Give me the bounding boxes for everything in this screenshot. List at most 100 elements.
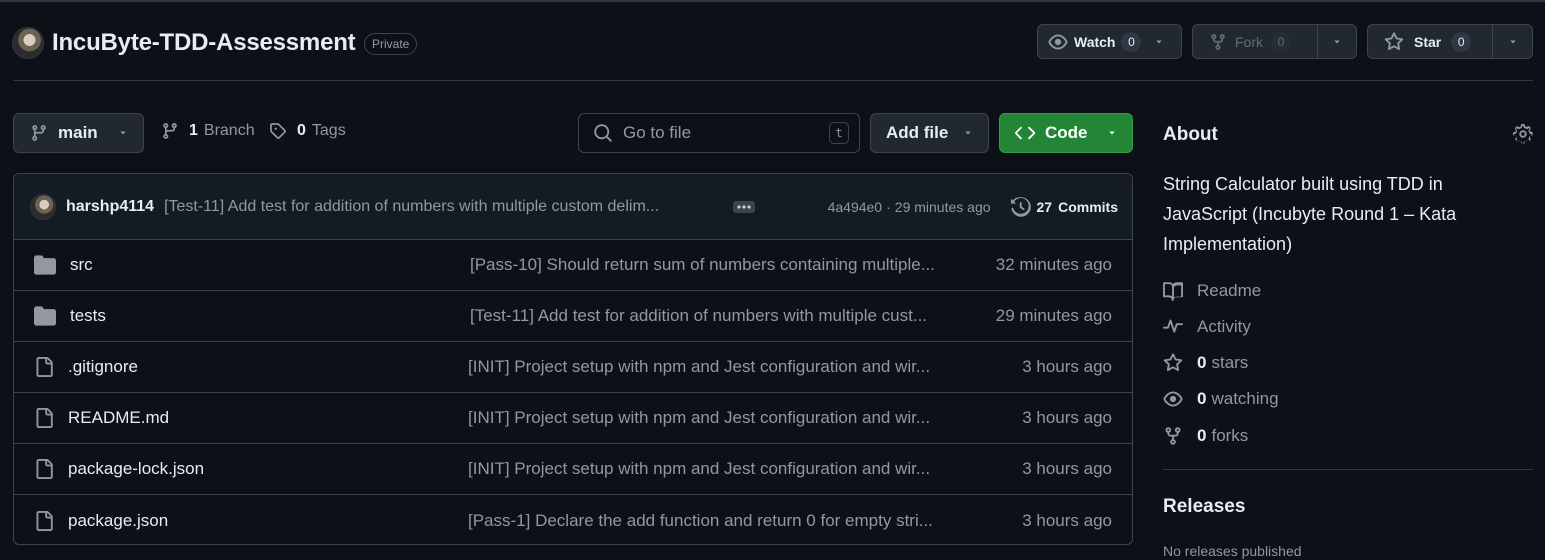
commit-author[interactable]: harshp4114	[66, 198, 154, 216]
file-commit-message[interactable]: [Pass-1] Declare the add function and re…	[468, 511, 950, 531]
file-commit-message[interactable]: [INIT] Project setup with npm and Jest c…	[468, 357, 950, 377]
book-icon	[1163, 281, 1183, 301]
folder-icon	[34, 305, 56, 327]
file-icon	[34, 356, 54, 378]
caret-down-icon	[1331, 36, 1343, 48]
file-row[interactable]: README.md [INIT] Project setup with npm a…	[14, 393, 1132, 444]
file-name[interactable]: package.json	[54, 511, 468, 531]
file-row[interactable]: package-lock.json [INIT] Project setup wi…	[14, 444, 1132, 495]
eye-icon	[1163, 389, 1183, 409]
file-commit-message[interactable]: [INIT] Project setup with npm and Jest c…	[468, 408, 950, 428]
file-browser: harshp4114 [Test-11] Add test for additi…	[13, 173, 1133, 545]
file-commit-time: 3 hours ago	[1022, 510, 1112, 530]
folder-icon	[34, 254, 56, 276]
eye-icon	[1048, 32, 1068, 52]
repo-description: String Calculator built using TDD in Jav…	[1163, 174, 1457, 254]
file-icon	[34, 510, 54, 532]
file-commit-message[interactable]: [Test-11] Add test for addition of numbe…	[470, 306, 952, 326]
go-to-file-input[interactable]: Go to file t	[578, 113, 860, 153]
meta-separator: ·	[886, 198, 891, 215]
file-commit-time: 3 hours ago	[1022, 459, 1112, 478]
branches-count: 1	[189, 122, 198, 139]
fork-button[interactable]: Fork 0	[1192, 24, 1357, 59]
file-commit-message[interactable]: [INIT] Project setup with npm and Jest c…	[468, 459, 950, 479]
repo-forked-icon	[1163, 426, 1183, 446]
commit-message[interactable]: [Test-11] Add test for addition of numbe…	[164, 198, 719, 216]
git-branch-icon	[30, 124, 48, 142]
star-icon	[1384, 31, 1404, 52]
commits-count: 27	[1036, 198, 1053, 215]
file-commit-message[interactable]: [Pass-10] Should return sum of numbers c…	[470, 255, 952, 275]
star-icon	[1163, 353, 1183, 373]
watch-label: Watch	[1074, 33, 1116, 50]
gear-icon[interactable]	[1513, 124, 1533, 144]
activity-label: Activity	[1197, 317, 1251, 336]
tags-link[interactable]: 0 Tags	[269, 122, 346, 140]
forks-link[interactable]: 0 forks	[1163, 426, 1248, 446]
file-icon	[34, 407, 54, 429]
shortcut-key: t	[829, 122, 849, 144]
author-avatar[interactable]	[30, 193, 56, 220]
file-row[interactable]: src [Pass-10] Should return sum of number…	[14, 240, 1132, 291]
file-commit-time: 3 hours ago	[1022, 357, 1112, 376]
git-branch-icon	[161, 122, 179, 140]
caret-down-icon	[1507, 36, 1519, 48]
file-commit-time: 32 minutes ago	[995, 255, 1112, 274]
go-to-file-placeholder: Go to file	[623, 123, 692, 142]
file-name[interactable]: tests	[56, 306, 470, 326]
repo-name[interactable]: IncuByte-TDD-Assessment	[52, 29, 356, 57]
code-label: Code	[1045, 123, 1088, 142]
commits-label: Commits	[1058, 198, 1118, 215]
add-file-label: Add file	[886, 123, 949, 142]
releases-heading[interactable]: Releases	[1163, 496, 1245, 518]
file-name[interactable]: .gitignore	[54, 357, 468, 377]
forks-label: forks	[1211, 426, 1249, 445]
caret-down-icon	[117, 127, 129, 139]
file-row[interactable]: tests [Test-11] Add test for addition of …	[14, 291, 1132, 342]
current-branch: main	[58, 123, 98, 142]
add-file-button[interactable]: Add file	[870, 113, 989, 153]
file-name[interactable]: src	[56, 255, 470, 275]
fork-count: 0	[1271, 31, 1291, 52]
watch-button[interactable]: Watch 0	[1037, 24, 1182, 59]
file-name[interactable]: package-lock.json	[54, 459, 468, 479]
caret-down-icon	[1153, 36, 1165, 48]
branch-selector[interactable]: main	[13, 113, 144, 153]
latest-commit-bar: harshp4114 [Test-11] Add test for additi…	[14, 174, 1132, 240]
code-button[interactable]: Code	[999, 113, 1133, 153]
file-commit-time: 3 hours ago	[1022, 408, 1112, 427]
about-heading: About	[1163, 124, 1218, 145]
star-button[interactable]: Star 0	[1367, 24, 1533, 59]
file-row[interactable]: package.json [Pass-1] Declare the add fun…	[14, 495, 1132, 544]
activity-link[interactable]: Activity	[1163, 317, 1251, 337]
watching-count: 0	[1197, 389, 1207, 408]
header-divider	[13, 80, 1533, 81]
search-icon	[593, 123, 613, 143]
caret-down-icon	[1106, 127, 1118, 139]
file-icon	[34, 458, 54, 480]
fork-label: Fork	[1235, 33, 1263, 50]
branches-label: Branch	[203, 122, 255, 139]
ellipsis-expand-icon[interactable]	[733, 200, 756, 214]
file-row[interactable]: .gitignore [INIT] Project setup with npm …	[14, 342, 1132, 393]
commit-time: 29 minutes ago	[894, 198, 991, 215]
stars-label: stars	[1211, 353, 1249, 372]
commit-hash[interactable]: 4a494e0	[828, 199, 883, 215]
file-name[interactable]: README.md	[54, 408, 468, 428]
branches-link[interactable]: 1 Branch	[161, 122, 255, 140]
repo-forked-icon	[1209, 33, 1227, 51]
owner-avatar[interactable]	[12, 27, 44, 59]
tags-label: Tags	[311, 122, 346, 139]
commits-link[interactable]: 27 Commits	[1010, 196, 1118, 217]
about-divider	[1163, 469, 1533, 470]
readme-link[interactable]: Readme	[1163, 281, 1261, 301]
forks-count: 0	[1197, 426, 1207, 445]
stars-link[interactable]: 0 stars	[1163, 353, 1248, 373]
watch-count: 0	[1121, 31, 1142, 52]
pulse-icon	[1163, 317, 1183, 337]
star-label: Star	[1414, 33, 1442, 50]
releases-empty-text: No releases published	[1163, 543, 1302, 559]
history-icon	[1010, 196, 1031, 217]
commit-meta: 4a494e0 · 29 minutes ago	[828, 199, 991, 215]
watching-link[interactable]: 0 watching	[1163, 389, 1279, 409]
